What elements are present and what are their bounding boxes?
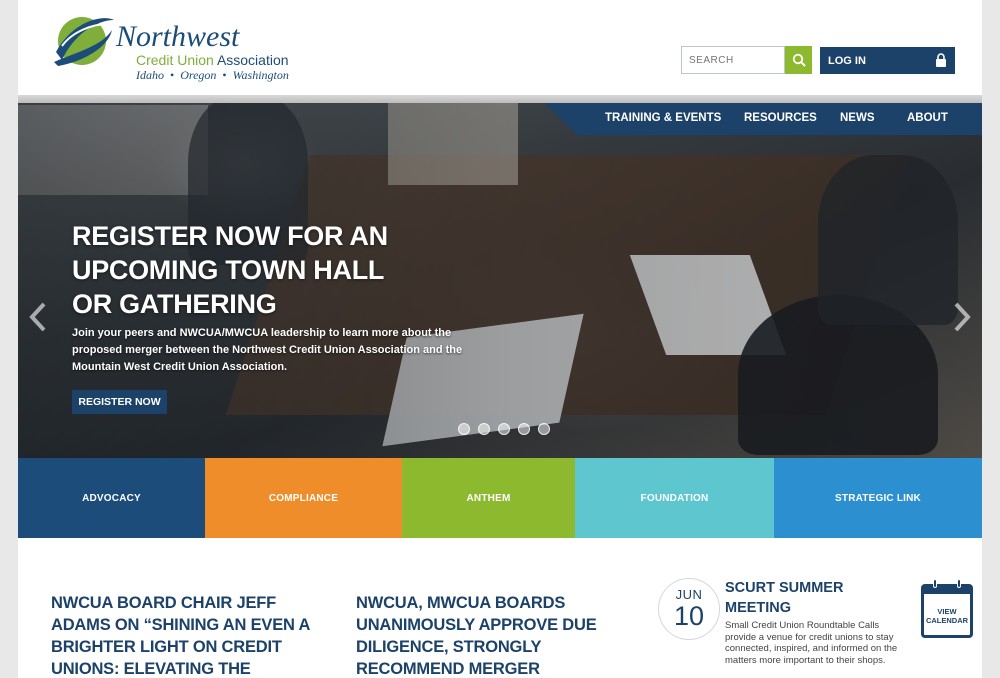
carousel-dot[interactable]: [538, 423, 550, 435]
carousel-next-arrow-icon[interactable]: [952, 302, 972, 332]
login-button[interactable]: LOG IN: [820, 47, 955, 74]
register-now-button[interactable]: REGISTER NOW: [72, 390, 167, 414]
search-button[interactable]: [785, 46, 812, 74]
nav-about[interactable]: ABOUT: [907, 112, 948, 124]
nav-training-events[interactable]: TRAINING & EVENTS: [605, 112, 721, 124]
tile-anthem[interactable]: ANTHEM: [402, 458, 575, 538]
hero-title: REGISTER NOW FOR AN UPCOMING TOWN HALL O…: [72, 221, 388, 319]
carousel-prev-arrow-icon[interactable]: [28, 302, 48, 332]
event-day: 10: [673, 601, 705, 631]
lock-icon: [936, 53, 946, 67]
calendar-ring: [933, 579, 937, 588]
tile-advocacy[interactable]: ADVOCACY: [18, 458, 205, 538]
logo-swoosh-icon: [54, 17, 114, 66]
carousel-dots: [458, 423, 550, 435]
event-month: JUN: [675, 587, 703, 602]
state-washington: Washington: [232, 68, 289, 82]
logo-name: Northwest: [116, 20, 240, 53]
carousel-dot[interactable]: [458, 423, 470, 435]
carousel-dot[interactable]: [478, 423, 490, 435]
hero-top-band: [18, 95, 982, 103]
view-calendar-line2: CALENDAR: [925, 616, 969, 625]
news-headline-1[interactable]: NWCUA BOARD CHAIR JEFF ADAMS ON “SHINING…: [51, 592, 336, 678]
state-oregon: Oregon: [180, 68, 217, 82]
search-input[interactable]: [682, 47, 784, 73]
tile-compliance[interactable]: COMPLIANCE: [205, 458, 402, 538]
login-label: LOG IN: [828, 54, 866, 67]
event-date-badge: JUN 10: [658, 578, 720, 640]
nav-resources[interactable]: RESOURCES: [744, 112, 817, 124]
event-title[interactable]: SCURT SUMMER MEETING: [725, 578, 895, 618]
news-headline-2[interactable]: NWCUA, MWCUA BOARDS UNANIMOUSLY APPROVE …: [356, 592, 616, 678]
nav-news[interactable]: NEWS: [840, 112, 875, 124]
tile-strategic-link[interactable]: STRATEGIC LINK: [774, 458, 982, 538]
carousel-dot[interactable]: [518, 423, 530, 435]
main-nav: TRAINING & EVENTS RESOURCES NEWS ABOUT: [18, 103, 982, 135]
carousel-dot[interactable]: [498, 423, 510, 435]
tile-foundation[interactable]: FOUNDATION: [575, 458, 774, 538]
view-calendar-button[interactable]: VIEW CALENDAR: [921, 579, 973, 638]
page: Northwest Credit Union Association Idaho…: [18, 0, 982, 678]
separator-dot: •: [222, 68, 227, 82]
logo-subtitle-part1: Credit Union: [136, 52, 217, 68]
logo-states: Idaho • Oregon • Washington: [136, 68, 289, 83]
search-icon: [792, 53, 806, 67]
logo-subtitle: Credit Union Association: [136, 52, 289, 68]
feature-tiles: ADVOCACY COMPLIANCE ANTHEM FOUNDATION ST…: [18, 458, 982, 538]
view-calendar-line1: VIEW: [937, 607, 957, 616]
state-idaho: Idaho: [136, 68, 164, 82]
event-description: Small Credit Union Roundtable Calls prov…: [725, 620, 898, 666]
logo[interactable]: Northwest Credit Union Association Idaho…: [52, 12, 289, 84]
separator-dot: •: [170, 68, 175, 82]
hero-carousel: TRAINING & EVENTS RESOURCES NEWS ABOUT R…: [18, 95, 982, 458]
hero-description: Join your peers and NWCUA/MWCUA leadersh…: [72, 327, 463, 373]
logo-subtitle-part2: Association: [216, 52, 289, 68]
calendar-ring: [957, 579, 961, 588]
search-box: [681, 46, 785, 74]
